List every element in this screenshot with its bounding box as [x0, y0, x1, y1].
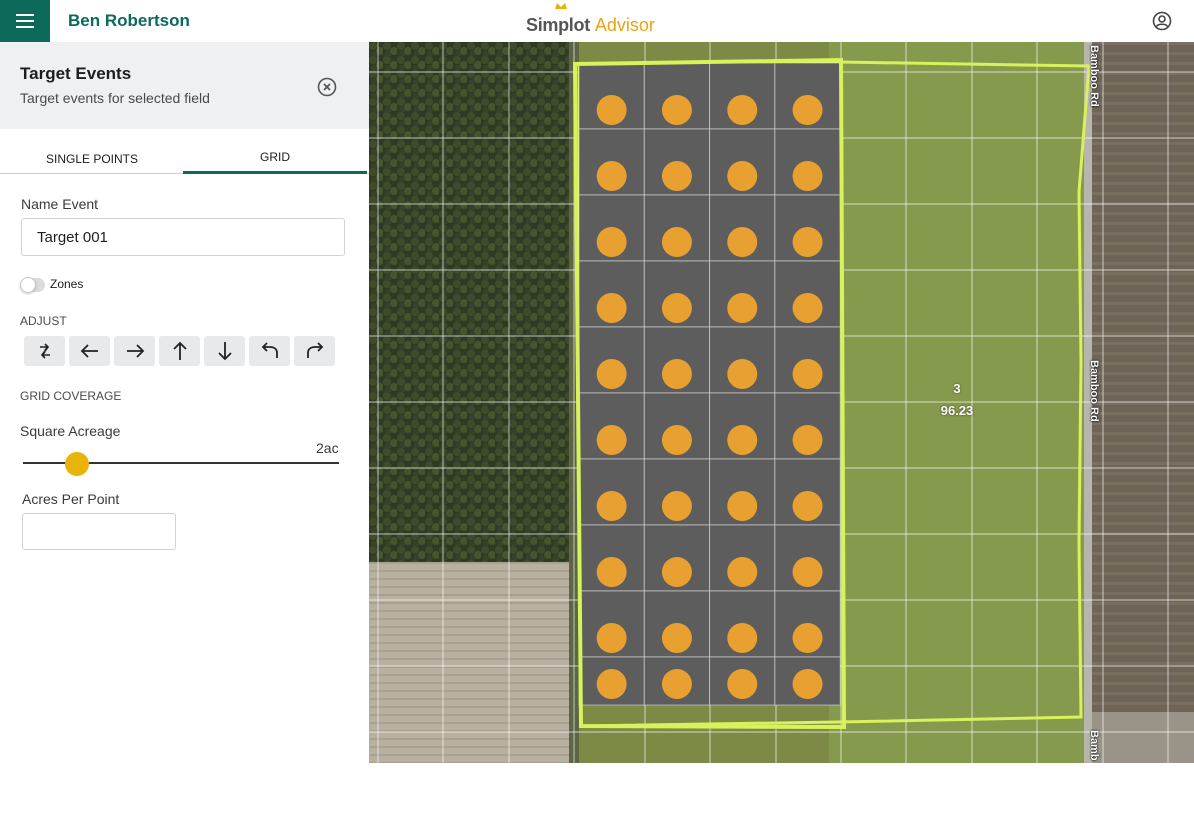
target-point[interactable]: [661, 95, 692, 125]
slider-thumb[interactable]: [65, 452, 89, 476]
toggle-knob: [20, 277, 36, 293]
grid-coverage-label: GRID COVERAGE: [20, 389, 122, 403]
target-point[interactable]: [661, 425, 692, 455]
target-point[interactable]: [727, 623, 758, 653]
target-point[interactable]: [596, 669, 627, 699]
close-circle-icon: [317, 77, 337, 97]
target-point[interactable]: [792, 161, 823, 191]
tab-single-points[interactable]: SINGLE POINTS: [0, 129, 184, 174]
logo-advisor: Advisor: [594, 15, 655, 35]
swap-icon: [39, 343, 50, 359]
name-event-input[interactable]: [21, 218, 345, 256]
target-grid-area: [578, 62, 841, 706]
target-point[interactable]: [661, 491, 692, 521]
rotate-left-icon: [261, 342, 278, 358]
target-point[interactable]: [596, 227, 627, 257]
target-point[interactable]: [596, 359, 627, 389]
name-event-label: Name Event: [21, 196, 99, 212]
target-point[interactable]: [596, 161, 627, 191]
rotate-right-icon: [306, 342, 323, 358]
move-right-button[interactable]: [114, 336, 155, 366]
field-number: 3: [953, 381, 961, 396]
square-acreage-label: Square Acreage: [20, 423, 121, 439]
panel-subtitle: Target events for selected field: [20, 90, 210, 106]
target-point[interactable]: [792, 227, 823, 257]
field-acres: 96.23: [940, 403, 974, 418]
rotate-right-button[interactable]: [294, 336, 335, 366]
target-point[interactable]: [727, 425, 758, 455]
target-point[interactable]: [661, 359, 692, 389]
logo-simplot: Simplot: [526, 15, 590, 35]
target-point[interactable]: [727, 359, 758, 389]
move-down-button[interactable]: [204, 336, 245, 366]
target-events-panel: Target Events Target events for selected…: [0, 42, 369, 763]
target-point[interactable]: [792, 557, 823, 587]
user-name: Ben Robertson: [68, 11, 190, 30]
crown-icon: [555, 3, 567, 9]
target-point[interactable]: [792, 669, 823, 699]
target-point[interactable]: [792, 491, 823, 521]
target-point[interactable]: [727, 227, 758, 257]
adjust-buttons: [24, 336, 335, 366]
road-label-middle: Bamboo Rd: [1088, 360, 1100, 422]
arrow-left-icon: [80, 344, 98, 358]
target-point[interactable]: [727, 557, 758, 587]
app-logo: Simplot Advisor: [526, 3, 655, 36]
target-point[interactable]: [596, 95, 627, 125]
tabs: SINGLE POINTS GRID: [0, 129, 369, 174]
square-acreage-value: 2ac: [316, 440, 339, 456]
target-point[interactable]: [596, 293, 627, 323]
map-view[interactable]: 3 96.23 Bamboo Rd Bamboo Rd Bamb: [369, 42, 1194, 763]
acres-per-point-input[interactable]: [22, 513, 176, 550]
target-point[interactable]: [792, 293, 823, 323]
target-point[interactable]: [661, 669, 692, 699]
target-point[interactable]: [661, 557, 692, 587]
road-label-bottom: Bamb: [1088, 730, 1100, 761]
target-point[interactable]: [792, 623, 823, 653]
target-point[interactable]: [661, 293, 692, 323]
panel-header: Target Events Target events for selected…: [0, 42, 369, 129]
arrow-up-icon: [172, 341, 187, 360]
target-point[interactable]: [727, 161, 758, 191]
target-point[interactable]: [596, 557, 627, 587]
hamburger-icon: [16, 14, 34, 28]
target-point[interactable]: [661, 161, 692, 191]
user-circle-icon: [1152, 11, 1172, 31]
zones-label: Zones: [50, 277, 84, 291]
target-point[interactable]: [792, 359, 823, 389]
target-point[interactable]: [727, 95, 758, 125]
tab-grid[interactable]: GRID: [183, 129, 367, 174]
target-point[interactable]: [661, 623, 692, 653]
zones-toggle[interactable]: [20, 277, 45, 293]
target-point[interactable]: [727, 491, 758, 521]
target-point[interactable]: [661, 227, 692, 257]
arrow-down-icon: [217, 342, 232, 361]
target-point[interactable]: [792, 425, 823, 455]
satellite-map: [369, 42, 1194, 763]
account-button[interactable]: [1152, 11, 1172, 31]
arrow-right-icon: [126, 344, 144, 358]
swap-button[interactable]: [24, 336, 65, 366]
target-point[interactable]: [596, 491, 627, 521]
move-left-button[interactable]: [69, 336, 110, 366]
menu-button[interactable]: [0, 0, 50, 42]
adjust-label: ADJUST: [20, 314, 67, 328]
rotate-left-button[interactable]: [249, 336, 290, 366]
close-button[interactable]: [317, 77, 337, 97]
target-point[interactable]: [792, 95, 823, 125]
top-bar: Ben Robertson Simplot Advisor: [0, 0, 1194, 42]
move-up-button[interactable]: [159, 336, 200, 366]
target-point[interactable]: [727, 293, 758, 323]
target-point[interactable]: [596, 623, 627, 653]
target-point[interactable]: [596, 425, 627, 455]
panel-title: Target Events: [20, 64, 132, 83]
target-point[interactable]: [727, 669, 758, 699]
road-label-top: Bamboo Rd: [1088, 45, 1100, 107]
acres-per-point-label: Acres Per Point: [22, 491, 120, 507]
